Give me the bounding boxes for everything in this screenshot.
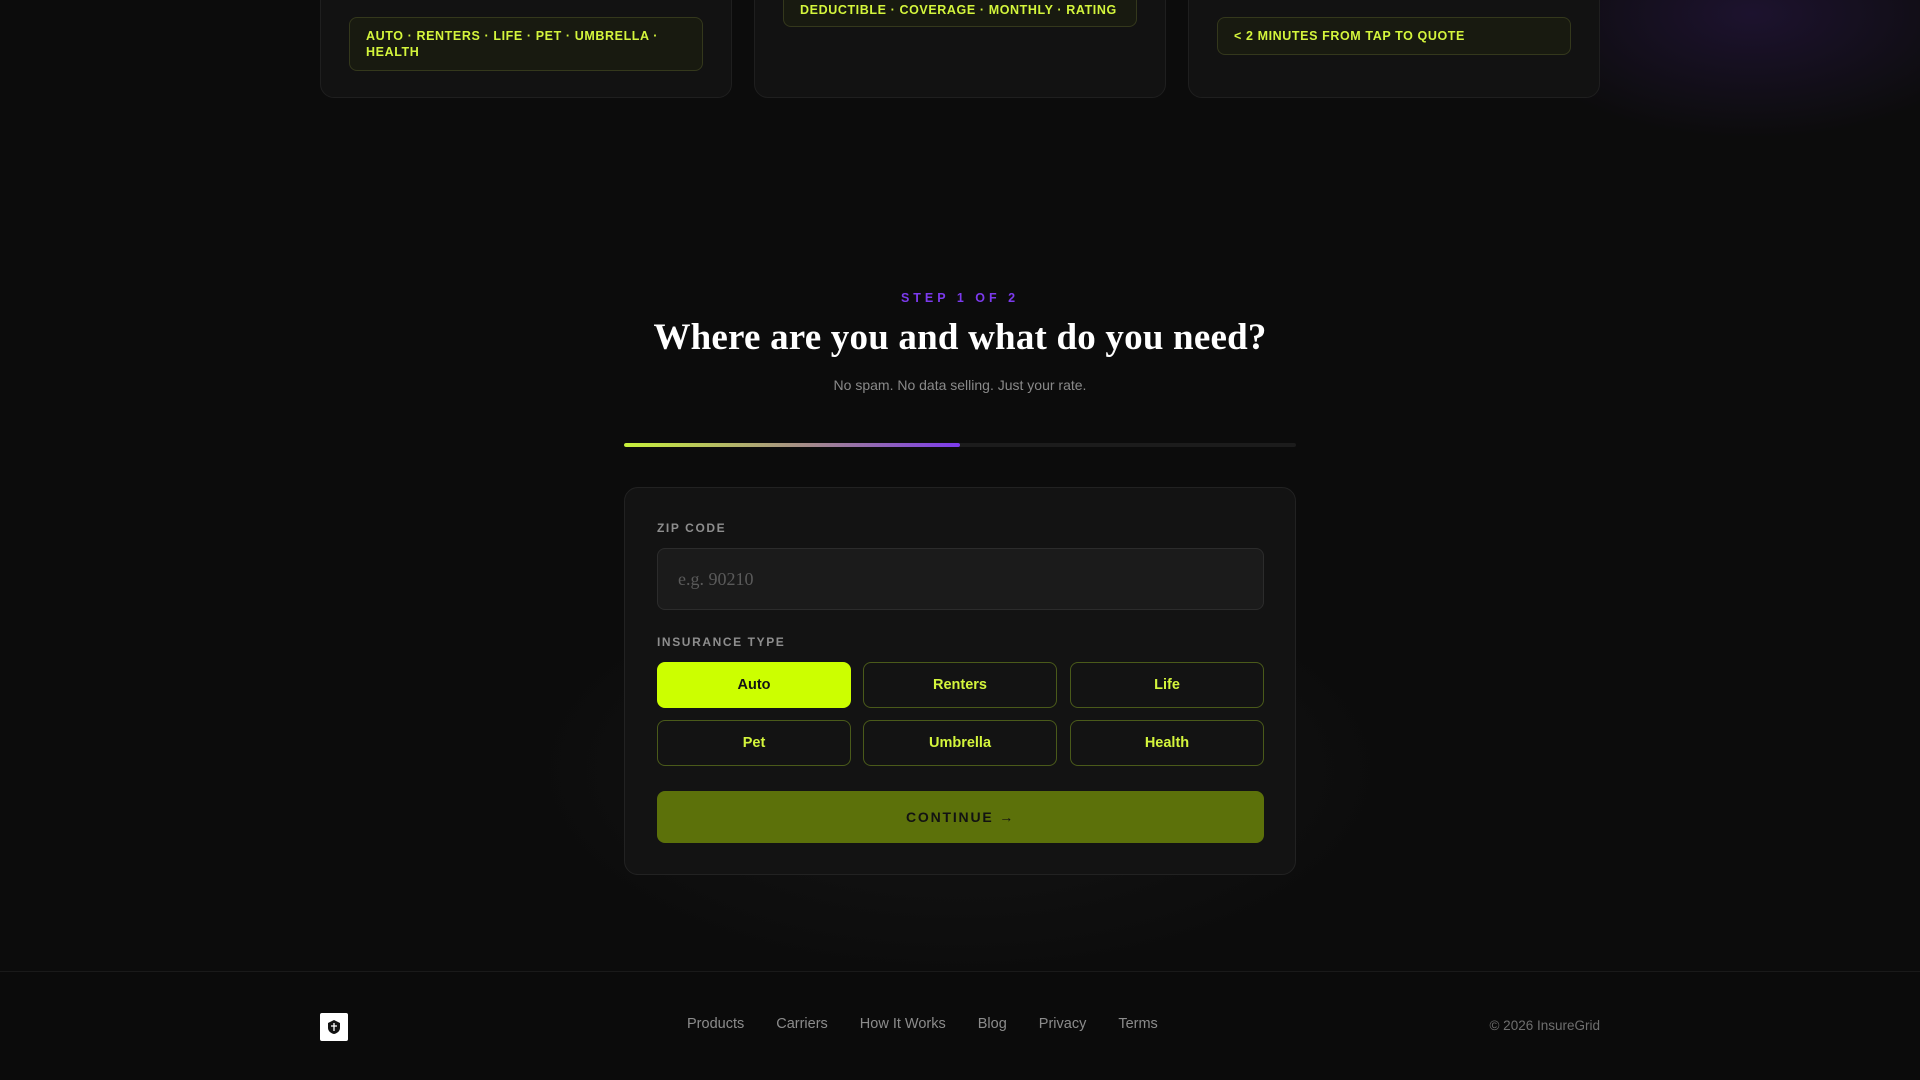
quote-form: ZIP CODE INSURANCE TYPE Auto Renters Lif…	[624, 487, 1296, 875]
insurance-type-label: INSURANCE TYPE	[657, 635, 786, 649]
type-option-renters[interactable]: Renters	[863, 662, 1057, 708]
type-option-umbrella[interactable]: Umbrella	[863, 720, 1057, 766]
footer-nav: Products Carriers How It Works Blog Priv…	[687, 1016, 1158, 1032]
zip-code-label: ZIP CODE	[657, 521, 727, 535]
type-option-pet[interactable]: Pet	[657, 720, 851, 766]
feature-pill: DEDUCTIBLE · COVERAGE · MONTHLY · RATING	[783, 0, 1137, 27]
zip-code-input[interactable]	[657, 548, 1264, 610]
feature-pill: AUTO · RENTERS · LIFE · PET · UMBRELLA ·…	[349, 17, 703, 71]
type-option-auto[interactable]: Auto	[657, 662, 851, 708]
step-indicator: STEP 1 OF 2	[900, 291, 1020, 305]
footer-link-privacy[interactable]: Privacy	[1039, 1016, 1087, 1032]
site-footer: Products Carriers How It Works Blog Priv…	[0, 971, 1920, 1080]
feature-card-products: AUTO · RENTERS · LIFE · PET · UMBRELLA ·…	[320, 0, 732, 98]
shield-icon	[328, 1020, 340, 1034]
page-title: Where are you and what do you need?	[653, 317, 1267, 358]
progress-bar-fill	[624, 443, 960, 447]
footer-link-products[interactable]: Products	[687, 1016, 744, 1032]
progress-bar	[624, 443, 1296, 447]
feature-pill: < 2 MINUTES FROM TAP TO QUOTE	[1217, 17, 1571, 55]
type-option-life[interactable]: Life	[1070, 662, 1264, 708]
footer-link-how-it-works[interactable]: How It Works	[860, 1016, 946, 1032]
footer-link-terms[interactable]: Terms	[1118, 1016, 1157, 1032]
page-subtitle: No spam. No data selling. Just your rate…	[833, 377, 1087, 393]
footer-link-carriers[interactable]: Carriers	[776, 1016, 828, 1032]
continue-button[interactable]: CONTINUE →	[657, 791, 1264, 843]
feature-cards: AUTO · RENTERS · LIFE · PET · UMBRELLA ·…	[320, 0, 1600, 98]
footer-link-blog[interactable]: Blog	[978, 1016, 1007, 1032]
feature-card-speed: < 2 MINUTES FROM TAP TO QUOTE	[1188, 0, 1600, 98]
type-option-health[interactable]: Health	[1070, 720, 1264, 766]
copyright-text: © 2026 InsureGrid	[1489, 1018, 1600, 1033]
feature-card-details: DEDUCTIBLE · COVERAGE · MONTHLY · RATING	[754, 0, 1166, 98]
shield-logo-icon[interactable]	[320, 1013, 348, 1041]
